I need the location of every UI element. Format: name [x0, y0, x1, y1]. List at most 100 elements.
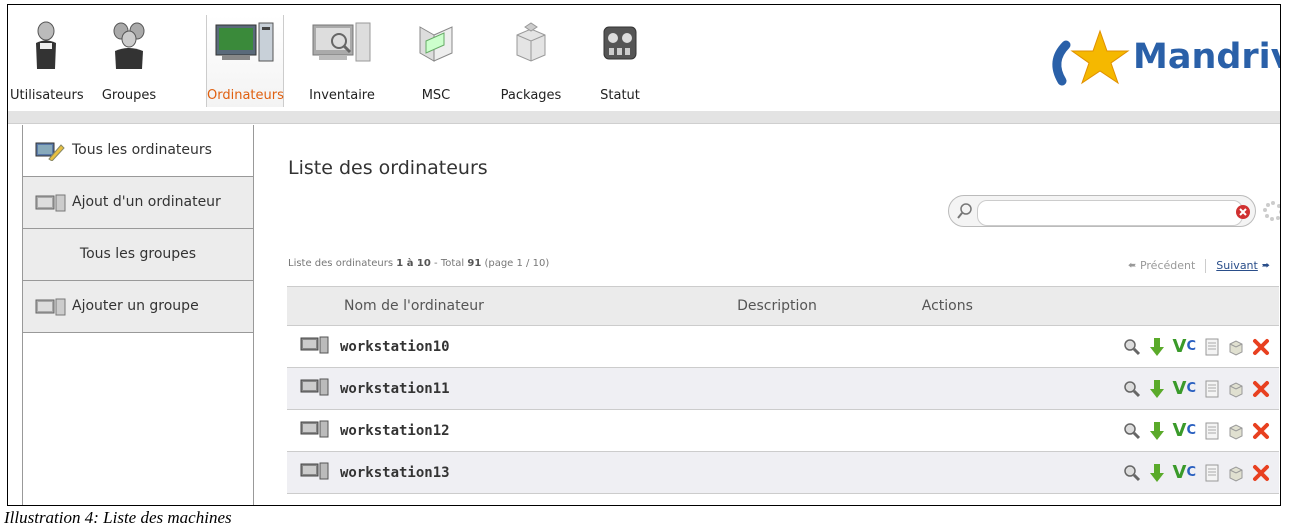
package-icon[interactable] [1228, 464, 1244, 482]
arrow-left-icon: 🢘 [1127, 259, 1137, 272]
logo-text: Mandriv [1133, 37, 1281, 77]
computer-icon [300, 462, 330, 484]
package-icon[interactable] [1228, 380, 1244, 398]
group-icon [110, 21, 148, 77]
log-document-icon[interactable] [1204, 422, 1220, 440]
inventory-icon [311, 21, 373, 69]
computer-name-link[interactable]: workstation10 [330, 339, 450, 355]
vnc-sup: C [1186, 381, 1196, 396]
vnc-text: VC [1173, 462, 1196, 483]
package-icon[interactable] [1228, 338, 1244, 356]
cell-actions: VC [920, 367, 1279, 410]
delete-icon[interactable] [1252, 380, 1270, 398]
nav-label: Ordinateurs [207, 88, 284, 103]
sidebar-item-tous-les-groupes[interactable]: Tous les groupes [23, 229, 253, 281]
vnc-icon[interactable]: VC [1173, 462, 1196, 483]
star-icon [1052, 29, 1130, 86]
vnc-icon[interactable]: VC [1173, 336, 1196, 357]
vnc-sup: C [1186, 339, 1196, 354]
column-header-name[interactable]: Nom de l'ordinateur [287, 286, 738, 326]
page-title: Liste des ordinateurs [288, 157, 488, 179]
sidebar-item-label: Tous les ordinateurs [72, 142, 212, 158]
next-link[interactable]: Suivant [1216, 259, 1258, 272]
vnc-text: VC [1173, 378, 1196, 399]
table-row[interactable]: workstation13 V C [287, 451, 1279, 494]
download-arrow-icon[interactable] [1149, 379, 1165, 399]
status-icon [601, 21, 639, 69]
sidebar-item-label: Tous les groupes [79, 246, 197, 262]
log-document-icon[interactable] [1204, 464, 1220, 482]
sidebar: Tous les ordinateurs Ajout d'un ordinate… [22, 125, 254, 505]
divider [1205, 259, 1207, 273]
computers-table: Nom de l'ordinateur Description Actions … [287, 286, 1279, 494]
sidebar-item-ajouter-groupe[interactable]: Ajouter un groupe [23, 281, 253, 333]
table-row[interactable]: workstation10 V C [287, 325, 1279, 368]
zoom-icon[interactable] [1123, 422, 1141, 440]
nav-msc[interactable]: MSC [406, 15, 466, 107]
delete-icon[interactable] [1252, 422, 1270, 440]
download-arrow-icon[interactable] [1149, 421, 1165, 441]
table-row[interactable]: workstation12 V C [287, 409, 1279, 452]
log-document-icon[interactable] [1204, 380, 1220, 398]
zoom-icon[interactable] [1123, 338, 1141, 356]
pager-range: 1 à 10 [396, 258, 431, 269]
computer-name-link[interactable]: workstation11 [330, 381, 450, 397]
nav-ordinateurs[interactable]: Ordinateurs [206, 15, 284, 107]
vnc-sup: C [1186, 423, 1196, 438]
previous-link[interactable]: 🢘 Précédent [1128, 259, 1196, 272]
pager-mid: - Total [430, 258, 468, 269]
pager-page: (page 1 / 10) [481, 258, 550, 269]
vnc-label: V [1172, 462, 1187, 483]
user-icon [31, 21, 61, 77]
cell-name: workstation10 [287, 325, 738, 368]
previous-label: Précédent [1139, 259, 1196, 272]
vnc-text: VC [1173, 420, 1196, 441]
delete-icon[interactable] [1252, 338, 1270, 356]
next-label: Suivant [1216, 259, 1258, 272]
column-header-description[interactable]: Description [737, 286, 921, 326]
vnc-sup: C [1186, 465, 1196, 480]
delete-icon[interactable] [1252, 464, 1270, 482]
top-navigation: Utilisateurs Groupes Ordinateurs Inventa… [8, 5, 1280, 110]
table-row[interactable]: workstation11 V C [287, 367, 1279, 410]
column-header-actions: Actions [920, 286, 1279, 326]
zoom-icon[interactable] [1123, 464, 1141, 482]
log-document-icon[interactable] [1204, 338, 1220, 356]
cell-description [737, 451, 921, 494]
computer-name-link[interactable]: workstation12 [330, 423, 450, 439]
cell-name: workstation13 [287, 451, 738, 494]
sidebar-item-ajout-ordinateur[interactable]: Ajout d'un ordinateur [23, 177, 253, 229]
clear-search-icon[interactable] [1235, 204, 1251, 224]
pager-total: 91 [467, 258, 482, 269]
sidebar-item-label: Ajout d'un ordinateur [72, 194, 221, 210]
figure-caption: Illustration 4: Liste des machines [4, 508, 232, 527]
computer-icon [214, 21, 276, 69]
computer-name-link[interactable]: workstation13 [330, 465, 450, 481]
search-input[interactable] [977, 200, 1243, 226]
download-arrow-icon[interactable] [1149, 463, 1165, 483]
download-arrow-icon[interactable] [1149, 337, 1165, 357]
vnc-text: VC [1173, 336, 1196, 357]
pager-prefix: Liste des ordinateurs [288, 258, 397, 269]
header-divider-bar [8, 111, 1280, 124]
vnc-icon[interactable]: VC [1173, 420, 1196, 441]
vnc-label: V [1172, 336, 1187, 357]
vnc-icon[interactable]: VC [1173, 378, 1196, 399]
sidebar-item-tous-les-ordinateurs[interactable]: Tous les ordinateurs [23, 125, 253, 177]
package-icon[interactable] [1228, 422, 1244, 440]
nav-statut[interactable]: Statut [590, 15, 650, 107]
mandriva-logo: Mandriv [1048, 23, 1281, 98]
zoom-icon[interactable] [1123, 380, 1141, 398]
sidebar-item-label: Ajouter un groupe [72, 298, 199, 314]
nav-groupes[interactable]: Groupes [88, 15, 170, 107]
arrow-right-icon: 🢚 [1261, 259, 1270, 272]
nav-label: Inventaire [309, 88, 375, 103]
loading-spinner-icon [1263, 201, 1280, 225]
cell-name: workstation12 [287, 409, 738, 452]
cell-description [737, 409, 921, 452]
nav-packages[interactable]: Packages [490, 15, 572, 107]
nav-inventaire[interactable]: Inventaire [304, 15, 380, 107]
search-box [948, 195, 1256, 227]
nav-utilisateurs[interactable]: Utilisateurs [10, 15, 84, 107]
computer-icon [300, 420, 330, 442]
